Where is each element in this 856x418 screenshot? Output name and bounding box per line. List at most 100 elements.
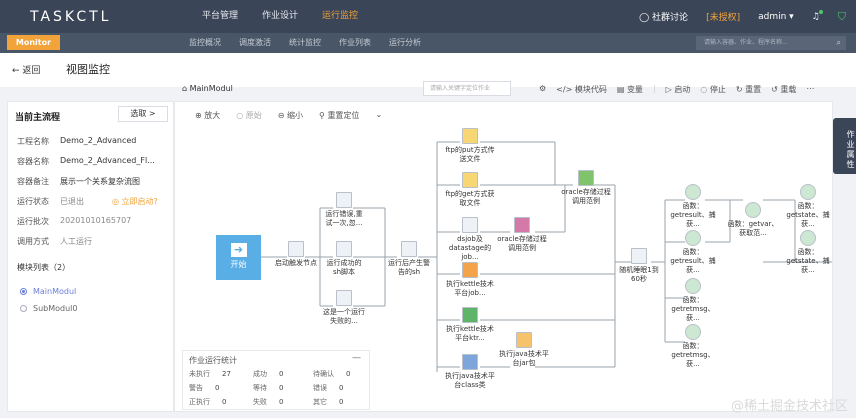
subnav-activate[interactable]: 调度激活 (230, 33, 280, 53)
arrow-right-icon: ➜ (230, 243, 247, 257)
job-node[interactable]: 执行kettle技术平台ktr... (445, 307, 495, 343)
user-menu[interactable]: admin ▾ (758, 12, 794, 22)
stop-button[interactable]: ◌ 停止 (700, 84, 726, 95)
monitor-tag: Monitor (7, 35, 60, 50)
stat-cell: 未执行 27 (189, 370, 231, 378)
page-title: 视图监控 (66, 63, 110, 76)
main-nav: 平台管理 作业设计 运行监控 (190, 0, 370, 33)
kettle-icon (462, 307, 478, 323)
module-breadcrumb: ⌂ MainModul (182, 84, 233, 93)
top-right-tools: ◯ 社群讨论 [未授权] admin ▾ ♫ ⛉ (639, 0, 846, 33)
job-node[interactable]: dsjob及datastage的job... (443, 217, 497, 262)
script-icon (336, 192, 352, 208)
nav-design[interactable]: 作业设计 (250, 0, 310, 33)
kettle-icon (462, 262, 478, 278)
top-bar: TASKCTL 平台管理 作业设计 运行监控 ◯ 社群讨论 [未授权] admi… (0, 0, 856, 33)
stat-cell: 正执行 0 (189, 398, 227, 406)
job-node[interactable]: 运行错误,重试一次,忽... (323, 192, 365, 228)
reload-button[interactable]: ↺ 重载 (771, 84, 796, 95)
notification-dot (818, 9, 823, 14)
search-icon[interactable]: ⌕ (837, 36, 841, 50)
job-properties-tab[interactable]: 作业属性 (833, 118, 856, 174)
java-class-icon (462, 354, 478, 370)
flow-canvas[interactable]: ⊕ 放大 ○ 原始 ⊖ 缩小 ⚲ 重置定位 ⌄ ➜ 开始 启动触发节点 运行错误… (174, 101, 833, 412)
start-node[interactable]: ➜ 开始 (216, 235, 261, 280)
restart-link[interactable]: ◎ 立即启动? (112, 196, 158, 207)
chat-icon: ◯ (639, 13, 653, 23)
info-remark: 容器备注 展示一个关系复杂流图 (17, 177, 140, 186)
job-node[interactable]: 运行成功的sh脚本 (323, 241, 365, 277)
job-node[interactable]: oracle存储过程调用范例 (558, 170, 614, 206)
stat-cell: 等待 0 (253, 384, 284, 392)
job-node[interactable]: 启动触发节点 (274, 241, 318, 268)
gear-icon (685, 230, 701, 246)
datastage-icon (462, 217, 478, 233)
gear-icon (685, 184, 701, 200)
script-icon (336, 241, 352, 257)
job-node[interactable]: 执行java技术平台class类 (443, 354, 497, 390)
subnav-joblist[interactable]: 作业列表 (330, 33, 380, 53)
nav-platform[interactable]: 平台管理 (190, 0, 250, 33)
sub-bar: Monitor 监控概况 调度激活 统计监控 作业列表 运行分析 请输入容器、作… (0, 33, 856, 53)
job-node[interactable]: 随机睡眠1到60秒 (617, 248, 661, 284)
gear-icon (800, 184, 816, 200)
job-stats-panel: 作业运行统计 — 未执行 27 成功 0 待确认 0 警告 0 等待 0 错误 0 正执行 0… (182, 350, 370, 410)
process-panel: 当前主流程 选取 > 工程名称 Demo_2_Advanced 容器名称 Demo_… (7, 101, 174, 412)
job-search-input[interactable]: 请输入关键字定位作业 (423, 81, 511, 96)
job-node[interactable]: 这是一个运行失败的... (323, 290, 365, 326)
more-button[interactable]: ⋯ (806, 84, 814, 95)
subnav-analysis[interactable]: 运行分析 (380, 33, 430, 53)
info-call-type: 调用方式 人工运行 (17, 237, 92, 246)
radio-selected[interactable] (20, 288, 27, 295)
panel-title: 当前主流程 (15, 113, 61, 123)
gear-icon (800, 230, 816, 246)
module-item-sub[interactable]: SubModul0 (20, 304, 77, 313)
select-button[interactable]: 选取 > (118, 106, 168, 122)
gear-icon (685, 324, 701, 340)
job-node[interactable]: ftp的put方式传送文件 (445, 128, 495, 164)
global-search-input[interactable]: 请输入容器、作业、程序名称... ⌕ (696, 36, 846, 50)
stat-cell: 其它 0 (313, 398, 344, 406)
auth-status[interactable]: [未授权] (706, 10, 740, 23)
home-icon: ⌂ (182, 84, 190, 93)
bell-icon[interactable]: ♫ (812, 9, 823, 22)
back-button[interactable]: ← 返回 (12, 63, 40, 76)
module-list-title: 模块列表（2） (17, 263, 71, 272)
module-code-button[interactable]: </> 模块代码 (556, 84, 607, 95)
java-icon (516, 332, 532, 348)
job-node[interactable]: 执行kettle技术平台job... (445, 262, 495, 298)
info-container: 容器名称 Demo_2_Advanced_Fl... (17, 156, 155, 166)
app-logo[interactable]: TASKCTL (30, 9, 111, 25)
job-node[interactable]: 函数：getstate、捕获... (782, 230, 832, 275)
ftp-icon (462, 128, 478, 144)
shield-icon[interactable]: ⛉ (838, 10, 846, 24)
radio-unselected[interactable] (20, 305, 27, 312)
settings-icon[interactable]: ⚙ (539, 84, 546, 95)
info-batch: 运行批次 20201010165707 (17, 216, 132, 226)
collapse-icon[interactable]: — (352, 353, 361, 363)
job-node[interactable]: 函数：getstate、捕获... (782, 184, 832, 229)
job-node[interactable]: 函数：getvar、获取范... (727, 202, 779, 238)
job-node[interactable]: 函数：getresult、捕获... (667, 230, 719, 275)
job-node[interactable]: 函数：getresult、捕获... (667, 184, 719, 229)
job-node[interactable]: 函数：getretmsg、获... (667, 278, 719, 323)
module-item-main[interactable]: MainModul (20, 287, 76, 296)
nav-monitor[interactable]: 运行监控 (310, 0, 370, 33)
job-node[interactable]: oracle存储过程调用范例 (497, 217, 547, 253)
subnav-stats[interactable]: 统计监控 (280, 33, 330, 53)
stat-cell: 待确认 0 (313, 370, 351, 378)
job-node[interactable]: ftp的get方式获取文件 (445, 172, 495, 208)
divider: | (652, 84, 656, 93)
reset-button[interactable]: ↻ 重置 (736, 84, 761, 95)
script-icon (336, 290, 352, 306)
subnav-overview[interactable]: 监控概况 (180, 33, 230, 53)
job-node[interactable]: 运行后产生警告的sh (387, 241, 431, 277)
stat-cell: 错误 0 (313, 384, 344, 392)
sub-nav: 监控概况 调度激活 统计监控 作业列表 运行分析 (180, 33, 430, 53)
job-node[interactable]: 函数：getretmsg、获... (667, 324, 719, 369)
trigger-icon (288, 241, 304, 257)
job-node[interactable]: 执行java技术平台jar包 (497, 332, 551, 368)
variables-button[interactable]: ▤ 变量 (617, 84, 643, 95)
community-link[interactable]: ◯ 社群讨论 (639, 10, 688, 23)
start-button[interactable]: ▷ 启动 (666, 84, 691, 95)
